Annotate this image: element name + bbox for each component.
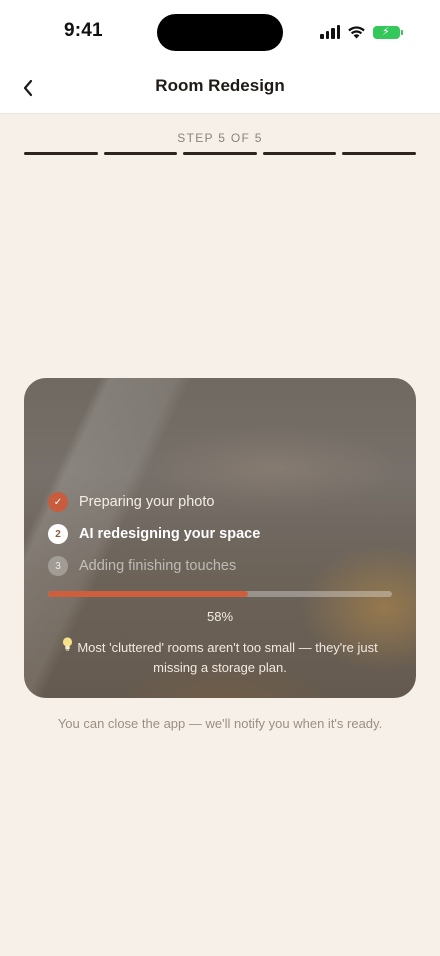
step-bar [24,152,98,155]
footer-note: You can close the app — we'll notify you… [57,716,383,731]
step-progress-bars [24,152,416,155]
processing-step: 3 Adding finishing touches [48,550,260,582]
step-bar [103,152,178,155]
tip-text-block: Most 'cluttered' rooms aren't too small … [52,637,388,678]
dynamic-island [157,14,283,51]
step-bar [183,152,257,155]
processing-card: ✓ Preparing your photo 2 AI redesigning … [24,378,416,698]
battery-charging-icon: ⚡ [373,25,403,39]
processing-step: ✓ Preparing your photo [48,486,260,518]
step-bar [342,152,416,155]
step-indicator-label: STEP 5 OF 5 [177,131,263,145]
signal-icon [320,25,340,39]
step-label: Preparing your photo [79,494,215,510]
step-bar [262,152,337,155]
tip-text: Most 'cluttered' rooms aren't too small … [77,640,378,675]
status-bar: 9:41 ⚡ [0,0,440,62]
step-number-badge: 2 [48,524,68,544]
progress-bar-fill [48,591,248,597]
lightbulb-icon [62,637,73,658]
step-number-badge: 3 [48,556,68,576]
nav-bar: Room Redesign [0,62,440,114]
progress-bar [48,591,392,597]
status-time: 9:41 [64,20,103,41]
check-icon: ✓ [48,492,68,512]
page-title: Room Redesign [155,76,285,95]
progress-percent: 58% [206,609,234,624]
processing-steps: ✓ Preparing your photo 2 AI redesigning … [48,486,260,582]
step-label: AI redesigning your space [79,526,261,542]
wifi-icon [348,26,365,39]
processing-step: 2 AI redesigning your space [48,518,260,550]
status-icons: ⚡ [320,23,403,41]
step-label: Adding finishing touches [79,558,237,574]
